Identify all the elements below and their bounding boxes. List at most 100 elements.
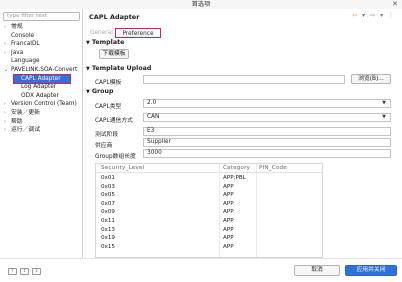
table-cell[interactable]: 0x07: [101, 200, 115, 208]
group-length-field[interactable]: 3000: [143, 149, 391, 158]
supplier-field[interactable]: Supplier: [143, 138, 391, 147]
table-cell[interactable]: 0x01: [101, 174, 115, 182]
table-row[interactable]: 0x11 APP: [96, 217, 322, 225]
chevron-down-icon: ▼: [382, 114, 386, 120]
close-icon[interactable]: ✕: [392, 0, 398, 9]
table-row[interactable]: 0x01 APP;PBL: [96, 174, 322, 182]
table-row[interactable]: 0x07 APP: [96, 200, 322, 208]
export-icon[interactable]: ↧: [32, 268, 41, 275]
security-level-table[interactable]: Security_Level Category PIN_Code 0x01 APP…: [95, 163, 323, 258]
sidebar-item[interactable]: ODX Adapter: [14, 92, 59, 101]
table-cell[interactable]: APP: [223, 200, 234, 208]
view-menu-icon[interactable]: ⋮: [388, 12, 394, 19]
capl-comm-select[interactable]: CAN ▼: [143, 113, 391, 122]
collapse-arrow-icon[interactable]: ▼: [86, 89, 90, 95]
table-cell[interactable]: 0x13: [101, 226, 115, 234]
tab-general[interactable]: General: [90, 28, 114, 38]
test-stage-field[interactable]: E3: [143, 127, 391, 136]
table-cell[interactable]: 0x03: [101, 183, 115, 191]
table-row[interactable]: 0x13 APP: [96, 226, 322, 234]
table-cell[interactable]: APP: [223, 234, 234, 242]
page-nav-icons: ⇦ ▾ ⇨ ▾ ⋮: [349, 12, 394, 20]
sidebar-item[interactable]: Log Adapter: [14, 83, 56, 92]
template-section-title: Template: [91, 39, 125, 46]
table-header: Security_Level Category PIN_Code: [96, 164, 322, 173]
forward-menu-icon[interactable]: ▾: [380, 12, 383, 19]
cancel-button[interactable]: 取消: [294, 265, 340, 276]
table-cell[interactable]: 0x05: [101, 191, 115, 199]
group-section-header[interactable]: ▼ Group: [86, 88, 113, 95]
download-template-button[interactable]: 下载模板: [99, 49, 129, 59]
column-header-pin-code[interactable]: PIN_Code: [259, 165, 287, 171]
group-section-title: Group: [91, 88, 114, 95]
template-upload-section-header[interactable]: ▼ Template Upload: [86, 65, 151, 72]
sidebar-item-label: Console: [11, 32, 35, 39]
preference-page: CAPL Adapter ⇦ ▾ ⇨ ▾ ⋮ General Preferenc…: [84, 9, 402, 258]
table-cell[interactable]: APP: [223, 217, 234, 225]
capl-template-label: CAPL模板: [95, 80, 122, 86]
filter-input[interactable]: type filter text: [3, 12, 80, 21]
forward-icon[interactable]: ⇨: [370, 12, 375, 19]
sidebar-item-label: CAPL Adapter: [21, 75, 61, 82]
sidebar-item-label: Version Control (Team): [11, 101, 77, 108]
table-cell[interactable]: APP;PBL: [223, 174, 246, 182]
sidebar-item[interactable]: CAPL Adapter: [13, 73, 71, 85]
sidebar-item-label: Language: [11, 58, 40, 65]
browse-button[interactable]: 浏览(B)...: [351, 74, 391, 84]
table-cell[interactable]: APP: [223, 226, 234, 234]
group-length-label: Group数组长度: [95, 154, 136, 160]
table-row[interactable]: 0x19 APP: [96, 234, 322, 242]
table-cell[interactable]: 0x19: [101, 234, 115, 242]
table-row[interactable]: 0x03 APP: [96, 183, 322, 191]
tree-expand-icon[interactable]: ›: [4, 23, 11, 32]
table-row[interactable]: 0x09 APP: [96, 208, 322, 216]
sidebar-item[interactable]: Console: [4, 32, 34, 41]
page-title: CAPL Adapter: [89, 13, 140, 21]
table-cell[interactable]: 0x11: [101, 217, 115, 225]
table-row[interactable]: 0x15 APP: [96, 243, 322, 251]
table-cell[interactable]: APP: [223, 208, 234, 216]
sidebar-item[interactable]: › 常规: [4, 23, 23, 32]
test-stage-label: 测试阶段: [95, 132, 119, 138]
import-icon[interactable]: ↥: [20, 268, 29, 275]
tree-expand-icon[interactable]: ⌄: [4, 66, 11, 75]
table-cell[interactable]: APP: [223, 191, 234, 199]
window-titlebar: 首选项 ✕: [0, 0, 402, 9]
template-section-header[interactable]: ▼ Template: [86, 39, 124, 46]
help-icon[interactable]: ?: [8, 268, 17, 275]
back-menu-icon[interactable]: ▾: [362, 12, 365, 19]
tab-preference[interactable]: Preference: [115, 28, 161, 38]
tree-expand-icon[interactable]: ›: [4, 40, 11, 49]
sidebar-item[interactable]: ⌄ PAVELINK.SOA-Convert: [4, 66, 77, 75]
column-header-security-level[interactable]: Security_Level: [101, 165, 144, 171]
tree-expand-icon[interactable]: ›: [4, 126, 11, 135]
collapse-arrow-icon[interactable]: ▼: [86, 40, 90, 46]
capl-template-field[interactable]: [143, 75, 345, 84]
tree-expand-icon[interactable]: ›: [4, 118, 11, 127]
table-cell[interactable]: 0x15: [101, 243, 115, 251]
sidebar-item-label: 运行／调试: [11, 127, 40, 134]
sidebar-item-label: FrancaIDL: [11, 41, 40, 48]
sidebar-item[interactable]: › 帮助: [4, 118, 23, 127]
sidebar-item-label: Java: [11, 49, 24, 56]
table-row[interactable]: 0x05 APP: [96, 191, 322, 199]
sidebar-item[interactable]: › Java: [4, 49, 23, 58]
tree-expand-icon[interactable]: ›: [4, 100, 11, 109]
tree-expand-icon[interactable]: ›: [4, 109, 11, 118]
sidebar-item[interactable]: › Version Control (Team): [4, 100, 77, 109]
table-cell[interactable]: 0x09: [101, 208, 115, 216]
table-cell[interactable]: APP: [223, 183, 234, 191]
collapse-arrow-icon[interactable]: ▼: [86, 66, 90, 72]
sidebar-item-label: PAVELINK.SOA-Convert: [11, 67, 78, 73]
sidebar-item[interactable]: › 安装／更新: [4, 109, 40, 118]
preferences-sidebar: type filter text › 常规 Console › FrancaIDL › Ja…: [0, 9, 83, 258]
sidebar-item[interactable]: Language: [4, 57, 40, 66]
back-icon[interactable]: ⇦: [352, 12, 357, 19]
tree-expand-icon[interactable]: ›: [4, 49, 11, 58]
capl-type-select[interactable]: 2.0 ▼: [143, 99, 391, 108]
table-cell[interactable]: APP: [223, 243, 234, 251]
apply-and-close-button[interactable]: 应用并关闭: [345, 265, 397, 276]
sidebar-item[interactable]: › FrancaIDL: [4, 40, 40, 49]
column-header-category[interactable]: Category: [223, 165, 250, 171]
sidebar-item[interactable]: › 运行／调试: [4, 126, 40, 135]
